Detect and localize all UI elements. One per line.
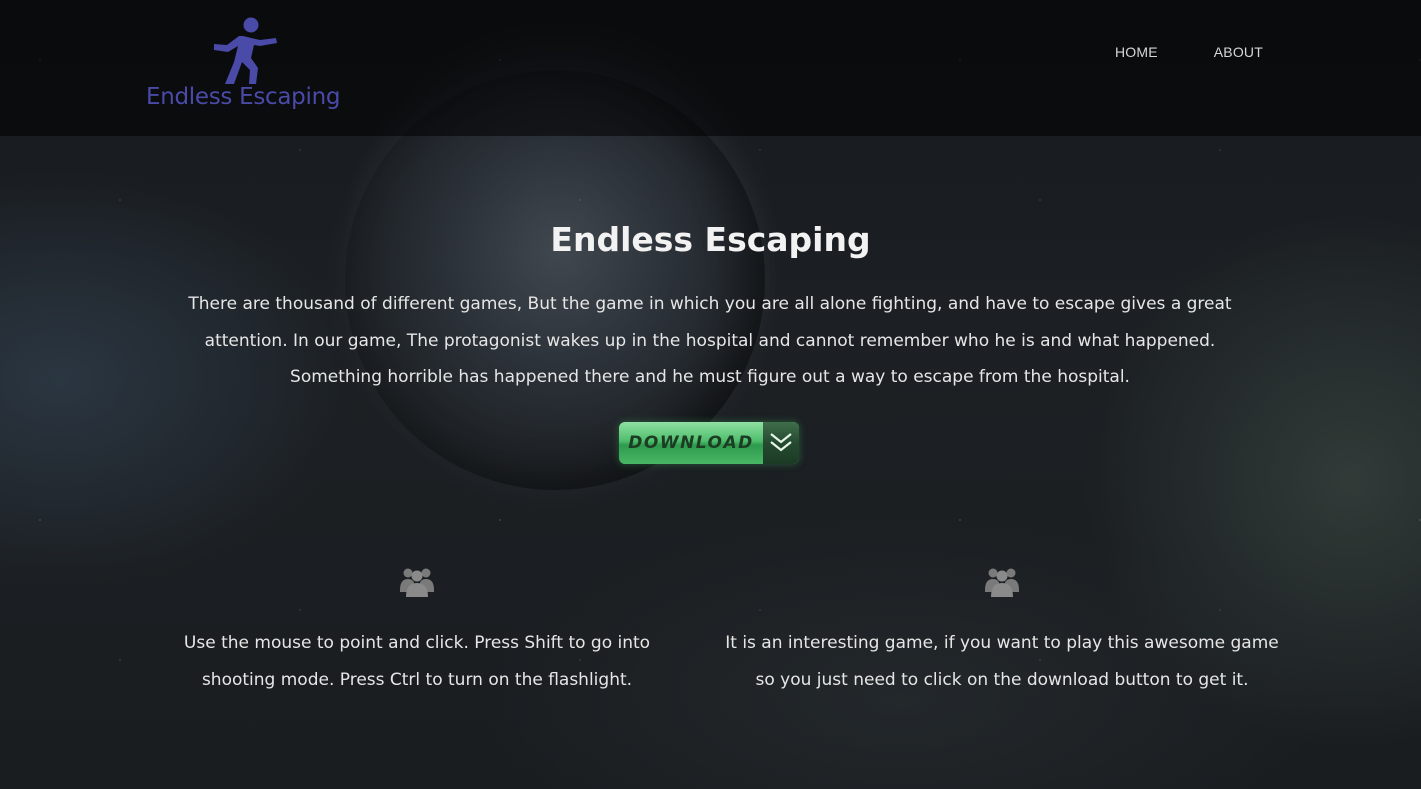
logo-text: Endless Escaping xyxy=(146,84,341,110)
site-logo[interactable]: Endless Escaping xyxy=(146,14,340,114)
users-icon xyxy=(400,568,434,597)
feature-download-info: It is an interesting game, if you want t… xyxy=(725,564,1279,698)
hero-description: There are thousand of different games, B… xyxy=(188,294,1232,387)
running-person-icon xyxy=(214,17,277,84)
site-header: Endless Escaping HOME ABOUT xyxy=(0,0,1421,136)
main-nav: HOME ABOUT xyxy=(1115,44,1263,60)
double-chevron-down-icon xyxy=(770,433,792,452)
feature-controls: Use the mouse to point and click. Press … xyxy=(157,564,677,698)
feature-controls-text: Use the mouse to point and click. Press … xyxy=(183,633,651,690)
nav-home[interactable]: HOME xyxy=(1115,44,1158,60)
feature-download-text: It is an interesting game, if you want t… xyxy=(725,633,1279,690)
page: Endless Escaping HOME ABOUT Endless Esca… xyxy=(0,0,1421,789)
nav-about[interactable]: ABOUT xyxy=(1214,44,1263,60)
download-label: DOWNLOAD xyxy=(628,433,754,453)
download-button[interactable]: DOWNLOAD xyxy=(619,422,799,464)
download-arrow xyxy=(763,422,799,464)
hero-title: Endless Escaping xyxy=(550,220,871,259)
users-icon xyxy=(985,568,1019,597)
